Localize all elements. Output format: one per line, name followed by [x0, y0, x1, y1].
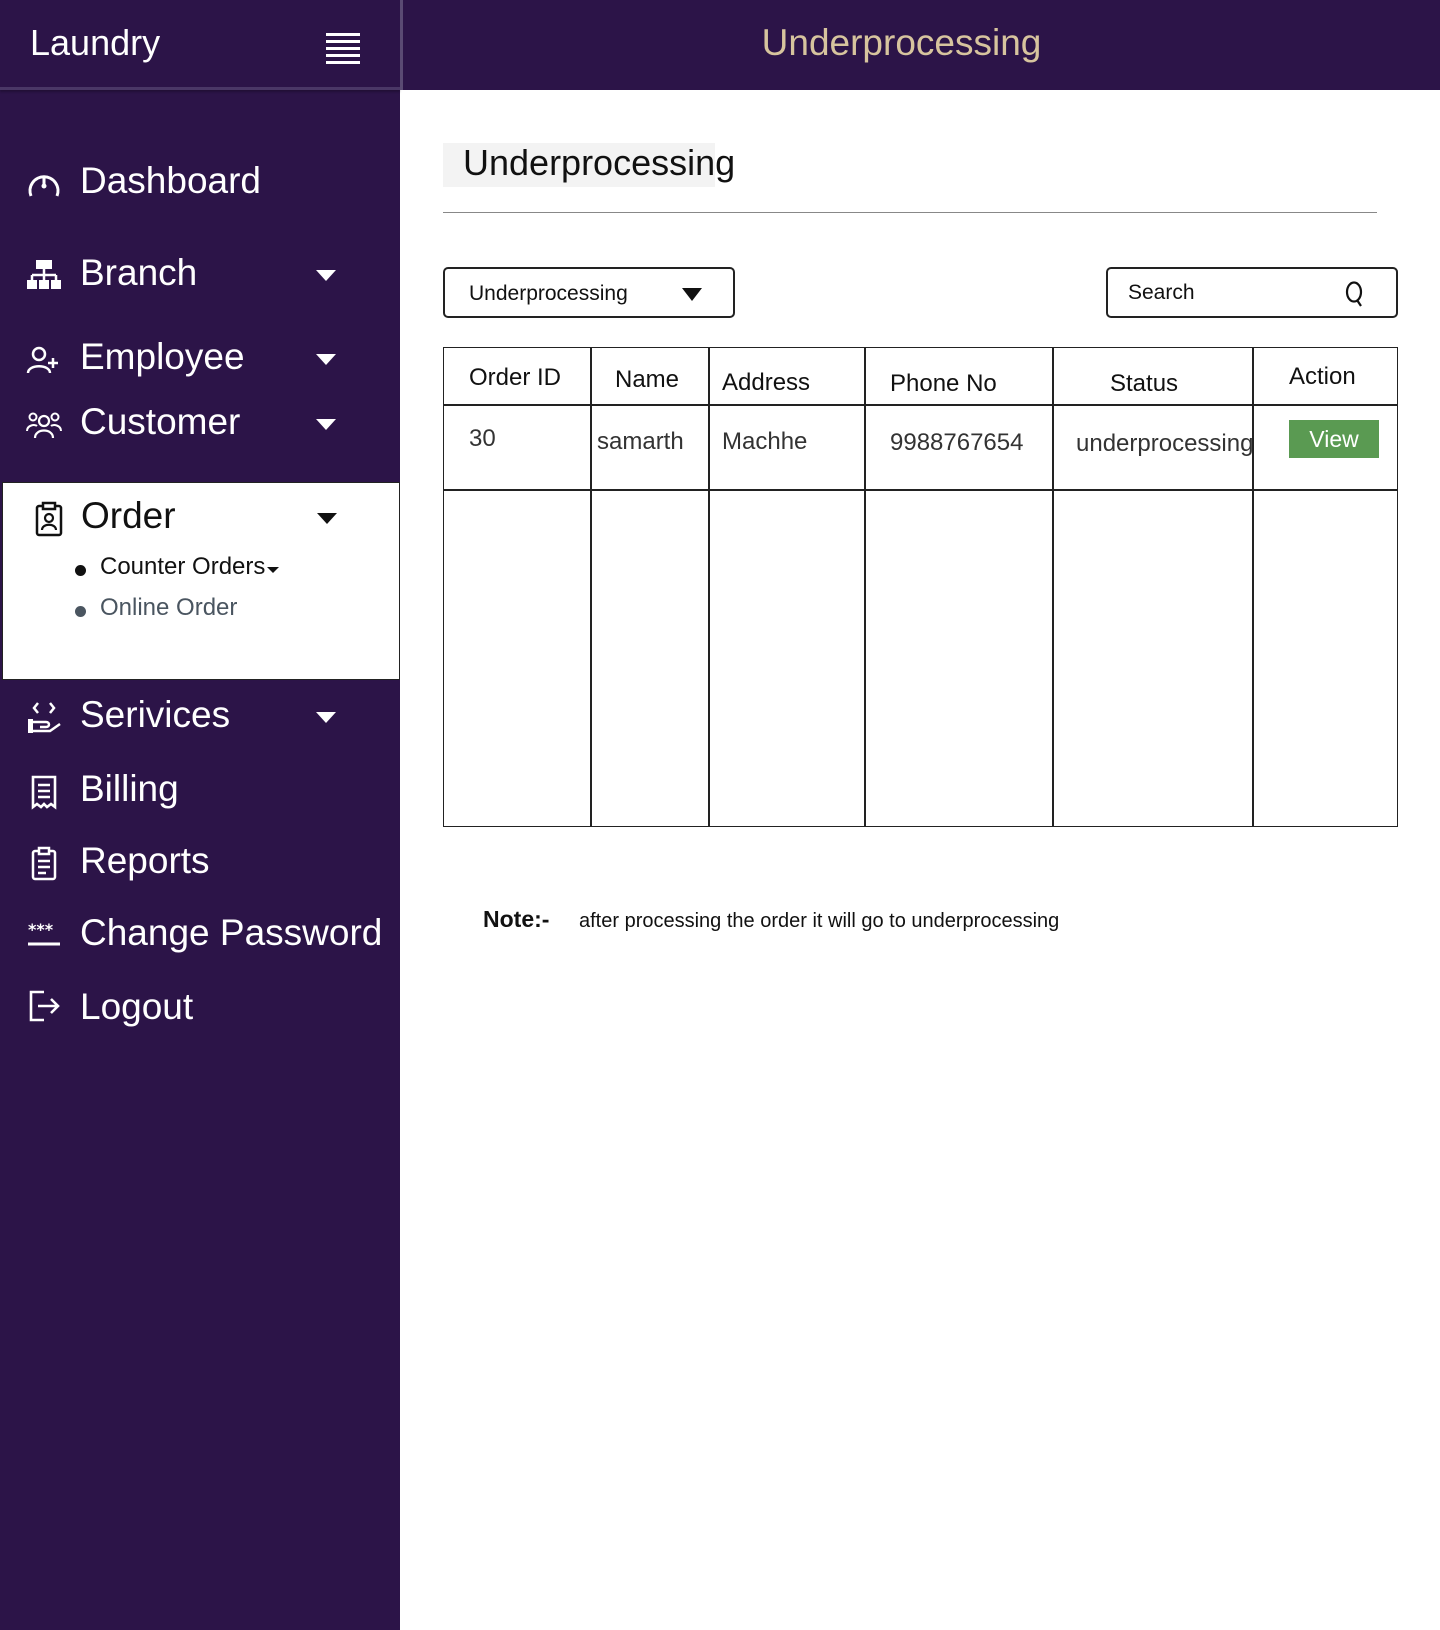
sidebar: Laundry Dashboard Branch Employee Custom… [0, 0, 400, 1630]
note-text: after processing the order it will go to… [579, 910, 1060, 932]
sidebar-item-reports[interactable]: Reports [0, 832, 400, 892]
bullet-icon [75, 565, 86, 576]
chevron-down-icon [316, 354, 336, 365]
sidebar-item-label: Customer [80, 401, 241, 442]
chevron-down-icon [317, 513, 337, 524]
header-title: Underprocessing [761, 22, 1042, 63]
sidebar-item-label: Billing [80, 768, 179, 809]
column-header-phone[interactable]: Phone No [890, 370, 997, 398]
sub-item-label: Online Order [100, 594, 238, 621]
chevron-down-icon [316, 712, 336, 723]
sidebar-item-change-password[interactable]: *** Change Password [0, 904, 400, 964]
search-box [1106, 267, 1398, 318]
cell-phone: 9988767654 [890, 429, 1024, 456]
customer-icon [26, 412, 62, 439]
sidebar-order-panel: Order Counter Orders Online Order [2, 482, 400, 680]
branch-icon [27, 260, 61, 289]
bullet-icon [75, 606, 86, 617]
employee-icon [26, 346, 58, 374]
chevron-down-icon [682, 288, 702, 301]
order-icon [35, 501, 63, 537]
sidebar-item-dashboard[interactable]: Dashboard [0, 152, 400, 212]
sidebar-item-label: Dashboard [80, 160, 262, 201]
password-icon: *** [28, 920, 60, 946]
sidebar-item-branch[interactable]: Branch [0, 244, 400, 304]
sidebar-item-services[interactable]: Serivices [0, 686, 400, 746]
sidebar-item-logout[interactable]: Logout [0, 978, 400, 1038]
divider [443, 212, 1377, 213]
sub-item-label: Counter Orders [100, 553, 266, 580]
sidebar-item-label: Employee [80, 336, 245, 377]
chevron-down-icon [267, 567, 279, 573]
sidebar-item-order[interactable]: Order [3, 487, 399, 547]
cell-name: samarth [597, 428, 684, 455]
top-header: Underprocessing [400, 0, 1440, 90]
sidebar-item-label: Reports [80, 840, 210, 881]
search-input[interactable] [1128, 279, 1348, 307]
dashboard-icon [28, 175, 60, 197]
sidebar-item-label: Change Password [80, 912, 383, 953]
view-order-button[interactable]: View [1289, 420, 1379, 458]
column-header-address[interactable]: Address [722, 369, 810, 397]
reports-icon [31, 846, 57, 881]
sidebar-subitem-counter-orders[interactable]: Counter Orders [75, 553, 295, 587]
chevron-down-icon [316, 270, 336, 281]
cell-status: underprocessing [1076, 430, 1254, 457]
sidebar-item-label: Branch [80, 252, 198, 293]
sidebar-item-customer[interactable]: Customer [0, 393, 400, 453]
svg-text:***: *** [28, 920, 54, 939]
services-icon [28, 702, 61, 733]
sidebar-item-billing[interactable]: Billing [0, 760, 400, 820]
status-filter-dropdown[interactable]: Underprocessing [443, 267, 735, 318]
search-icon[interactable] [1342, 280, 1368, 308]
column-header-order-id[interactable]: Order ID [469, 364, 561, 392]
menu-toggle-icon[interactable] [326, 33, 360, 64]
sidebar-subitem-online-order[interactable]: Online Order [75, 594, 295, 628]
column-header-action: Action [1289, 363, 1356, 390]
cell-address: Machhe [722, 428, 808, 455]
column-header-status[interactable]: Status [1110, 370, 1178, 398]
brand-bar: Laundry [0, 0, 400, 90]
cell-order-id: 30 [469, 425, 496, 452]
logout-icon [29, 990, 60, 1022]
brand-title: Laundry [30, 22, 161, 63]
chevron-down-icon [316, 419, 336, 430]
column-header-name[interactable]: Name [615, 366, 679, 394]
sidebar-item-label: Logout [80, 986, 194, 1027]
sidebar-item-label: Order [81, 495, 176, 536]
note-label: Note:- [483, 906, 550, 932]
sidebar-item-employee[interactable]: Employee [0, 328, 400, 388]
status-filter-value: Underprocessing [469, 282, 628, 305]
orders-table: Order ID Name Address Phone No Status Ac… [443, 347, 1398, 827]
page-title: Underprocessing [463, 142, 736, 183]
billing-icon [31, 775, 57, 810]
sidebar-item-label: Serivices [80, 694, 231, 735]
